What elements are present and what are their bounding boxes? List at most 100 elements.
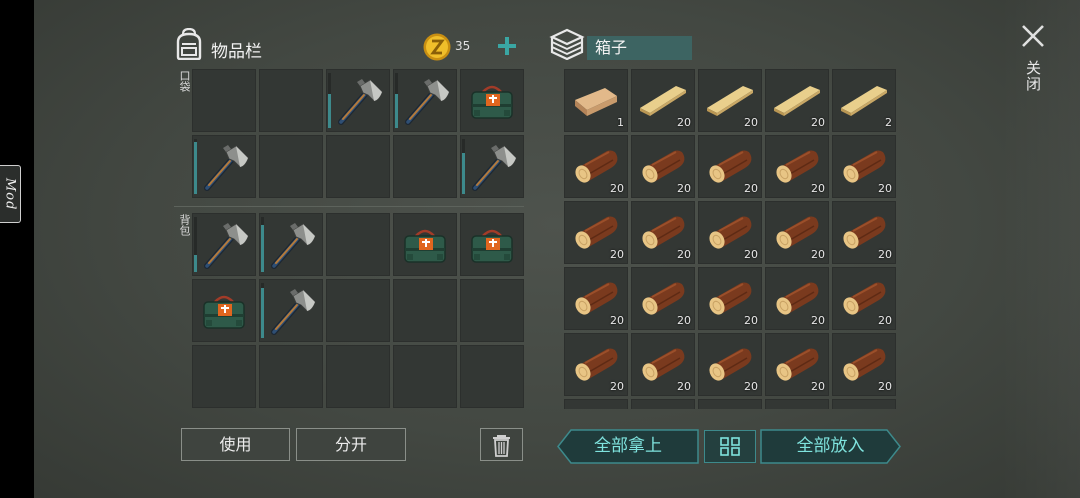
box-slot[interactable]: 20 [631, 267, 695, 330]
close-label[interactable]: 关闭 [1023, 60, 1044, 92]
pockets-grid [192, 69, 524, 198]
add-coins-button[interactable] [495, 34, 519, 58]
box-slot[interactable]: 20 [765, 135, 829, 198]
box-slot[interactable]: 20 [698, 333, 762, 396]
box-slot[interactable]: 20 [832, 267, 896, 330]
item-quantity: 20 [744, 380, 758, 393]
pocket-slot[interactable] [393, 69, 457, 132]
box-slot[interactable] [765, 399, 829, 409]
item-quantity: 20 [811, 182, 825, 195]
inventory-divider [174, 206, 524, 207]
item-quantity: 20 [744, 248, 758, 261]
box-slot[interactable]: 1 [564, 69, 628, 132]
item-quantity: 20 [744, 182, 758, 195]
item-quantity: 20 [744, 116, 758, 129]
box-slot[interactable]: 2 [832, 69, 896, 132]
box-slot[interactable]: 20 [698, 267, 762, 330]
durability-bar [261, 288, 264, 338]
backpack-slot[interactable] [192, 279, 256, 342]
item-quantity: 20 [677, 314, 691, 327]
box-icon [549, 28, 585, 60]
box-slot[interactable] [832, 399, 896, 409]
mod-label: Mod [2, 177, 18, 211]
close-icon[interactable] [1020, 23, 1046, 49]
backpack-slot[interactable] [460, 279, 524, 342]
box-slot[interactable]: 20 [698, 69, 762, 132]
item-quantity: 1 [617, 116, 624, 129]
box-slot[interactable] [631, 399, 695, 409]
game-screen: 物品栏 35 箱子 关闭 口袋 背包 1 20 20 20 2 20 20 20… [34, 0, 1080, 498]
box-slot[interactable]: 20 [631, 135, 695, 198]
backpack-slot[interactable] [393, 345, 457, 408]
box-slot[interactable]: 20 [832, 135, 896, 198]
backpack-slot[interactable] [192, 213, 256, 276]
pocket-slot[interactable] [393, 135, 457, 198]
box-slot[interactable]: 20 [631, 69, 695, 132]
pocket-slot[interactable] [192, 135, 256, 198]
box-slot[interactable] [698, 399, 762, 409]
backpack-slot[interactable] [393, 213, 457, 276]
pocket-slot[interactable] [460, 69, 524, 132]
box-slot[interactable]: 20 [765, 201, 829, 264]
inventory-title: 物品栏 [211, 42, 262, 62]
box-slot[interactable]: 20 [564, 201, 628, 264]
box-slot[interactable]: 20 [698, 135, 762, 198]
item-quantity: 20 [677, 248, 691, 261]
grid-sort-icon [720, 437, 740, 456]
box-slot[interactable]: 20 [631, 201, 695, 264]
item-quantity: 20 [677, 380, 691, 393]
item-quantity: 20 [811, 314, 825, 327]
coin-icon [423, 33, 451, 61]
durability-bar [194, 142, 197, 194]
box-slot[interactable]: 20 [564, 267, 628, 330]
pocket-slot[interactable] [326, 135, 390, 198]
mod-tab[interactable]: Mod [0, 165, 21, 223]
pocket-slot[interactable] [192, 69, 256, 132]
backpack-slot[interactable] [259, 345, 323, 408]
backpack-slot[interactable] [460, 213, 524, 276]
durability-bar [194, 255, 197, 272]
backpack-grid [192, 213, 524, 408]
item-quantity: 20 [610, 380, 624, 393]
box-slot[interactable]: 20 [832, 201, 896, 264]
box-slot[interactable]: 20 [765, 333, 829, 396]
item-quantity: 20 [677, 182, 691, 195]
backpack-label: 背包 [178, 214, 191, 236]
split-button[interactable]: 分开 [296, 428, 406, 461]
box-slot[interactable]: 20 [564, 333, 628, 396]
backpack-slot[interactable] [460, 345, 524, 408]
sort-button[interactable] [704, 430, 756, 463]
durability-bar [462, 153, 465, 194]
box-slot[interactable]: 20 [564, 135, 628, 198]
backpack-slot[interactable] [393, 279, 457, 342]
backpack-slot[interactable] [259, 213, 323, 276]
item-quantity: 20 [811, 116, 825, 129]
box-slot[interactable] [564, 399, 628, 409]
box-slot[interactable]: 20 [765, 267, 829, 330]
item-quantity: 20 [610, 314, 624, 327]
item-quantity: 20 [878, 380, 892, 393]
box-slot[interactable]: 20 [631, 333, 695, 396]
item-quantity: 20 [811, 380, 825, 393]
item-quantity: 20 [811, 248, 825, 261]
take-all-button[interactable]: 全部拿上 [557, 429, 699, 464]
backpack-slot[interactable] [326, 345, 390, 408]
backpack-slot[interactable] [326, 213, 390, 276]
box-slot[interactable]: 20 [832, 333, 896, 396]
backpack-icon [176, 28, 202, 60]
box-name-field[interactable]: 箱子 [587, 36, 692, 60]
put-all-button[interactable]: 全部放入 [760, 429, 901, 464]
backpack-slot[interactable] [192, 345, 256, 408]
pocket-slot[interactable] [259, 69, 323, 132]
durability-bar [261, 225, 264, 272]
use-button[interactable]: 使用 [181, 428, 290, 461]
trash-button[interactable] [480, 428, 523, 461]
box-slot[interactable]: 20 [698, 201, 762, 264]
box-slot[interactable]: 20 [765, 69, 829, 132]
take-all-label: 全部拿上 [594, 436, 662, 456]
pocket-slot[interactable] [326, 69, 390, 132]
backpack-slot[interactable] [259, 279, 323, 342]
pocket-slot[interactable] [259, 135, 323, 198]
pocket-slot[interactable] [460, 135, 524, 198]
backpack-slot[interactable] [326, 279, 390, 342]
